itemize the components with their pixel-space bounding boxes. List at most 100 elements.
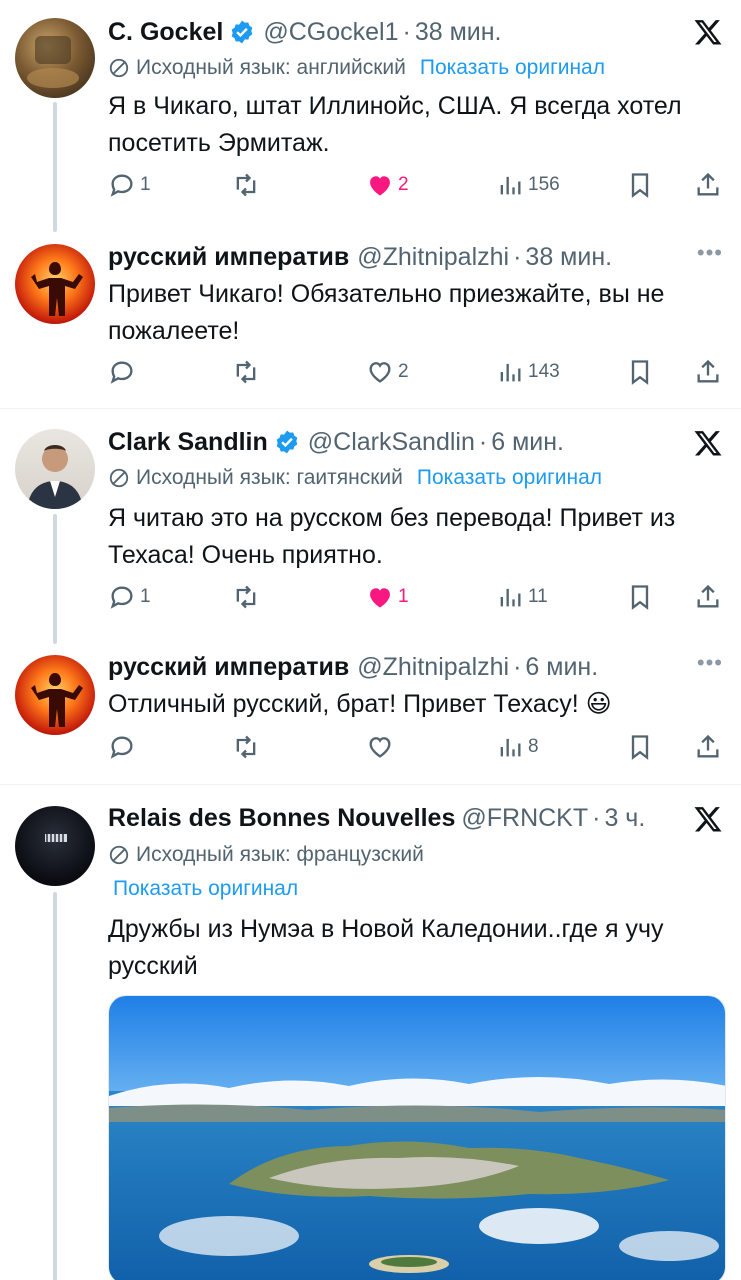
avatar[interactable] bbox=[15, 18, 95, 98]
reply-icon bbox=[110, 586, 133, 609]
retweet-icon bbox=[236, 735, 256, 759]
heart-filled-icon bbox=[370, 176, 390, 196]
retweet-button[interactable] bbox=[232, 168, 260, 202]
views-count: 8 bbox=[528, 736, 539, 757]
author-name[interactable]: C. Gockel bbox=[108, 18, 223, 47]
action-bar: 1 2 156 bbox=[108, 168, 723, 202]
x-logo-icon[interactable] bbox=[693, 428, 723, 458]
avatar[interactable] bbox=[15, 655, 95, 735]
avatar[interactable] bbox=[15, 429, 95, 509]
timestamp[interactable]: 6 мин. bbox=[491, 428, 564, 457]
thread-line bbox=[53, 514, 57, 644]
heart-filled-icon bbox=[370, 588, 390, 608]
share-button[interactable] bbox=[694, 355, 722, 389]
divider bbox=[0, 408, 741, 409]
timestamp[interactable]: 6 мин. bbox=[525, 653, 598, 682]
author-name[interactable]: Relais des Bonnes Nouvelles bbox=[108, 804, 455, 833]
views-icon bbox=[500, 588, 521, 607]
translate-icon bbox=[109, 58, 129, 78]
show-original-link[interactable]: Показать оригинал bbox=[417, 466, 602, 490]
bookmark-icon bbox=[631, 585, 649, 610]
bookmark-button[interactable] bbox=[626, 168, 654, 202]
bookmark-icon bbox=[631, 173, 649, 198]
divider bbox=[0, 784, 741, 785]
tweet-text: Отличный русский, брат! Привет Техасу! 😃 bbox=[108, 690, 612, 718]
reply-button[interactable] bbox=[108, 730, 136, 764]
avatar[interactable] bbox=[15, 244, 95, 324]
thread-line bbox=[53, 892, 57, 1280]
bookmark-icon bbox=[631, 735, 649, 760]
retweet-button[interactable] bbox=[232, 355, 260, 389]
tweet-text: Дружбы из Нумэа в Новой Каледонии..где я… bbox=[108, 915, 664, 980]
separator-dot: · bbox=[478, 427, 488, 456]
separator-dot: · bbox=[402, 17, 411, 46]
reply-button[interactable] bbox=[108, 355, 136, 389]
reply-icon bbox=[110, 174, 133, 197]
author-handle[interactable]: @ClarkSandlin bbox=[308, 428, 475, 457]
retweet-icon bbox=[236, 360, 256, 384]
action-bar: 8 bbox=[108, 730, 723, 764]
retweet-icon bbox=[236, 585, 256, 609]
views-button[interactable]: 8 bbox=[496, 730, 539, 764]
like-button[interactable]: 2 bbox=[366, 168, 409, 202]
like-button[interactable] bbox=[366, 730, 394, 764]
author-handle[interactable]: @FRNCKT bbox=[461, 804, 588, 833]
timestamp[interactable]: 38 мин. bbox=[525, 243, 612, 272]
like-count: 2 bbox=[398, 174, 409, 195]
x-logo-icon[interactable] bbox=[693, 17, 723, 47]
translate-icon bbox=[109, 845, 129, 865]
heart-icon bbox=[369, 737, 391, 758]
tweet-text: Я в Чикаго, штат Иллинойс, США. Я всегда… bbox=[108, 92, 682, 157]
aerial-island-photo bbox=[109, 996, 725, 1280]
separator-dot: · bbox=[513, 652, 522, 681]
share-icon bbox=[697, 734, 719, 758]
timestamp[interactable]: 3 ч. bbox=[604, 804, 645, 833]
views-button[interactable]: 156 bbox=[496, 168, 560, 202]
action-bar: 2 143 bbox=[108, 355, 723, 389]
share-icon bbox=[697, 172, 719, 196]
author-handle[interactable]: @Zhitnipalzhi bbox=[357, 653, 509, 682]
author-handle[interactable]: @CGockel1 bbox=[263, 18, 398, 47]
author-name[interactable]: Clark Sandlin bbox=[108, 428, 268, 457]
bookmark-button[interactable] bbox=[626, 355, 654, 389]
reply-icon bbox=[110, 736, 133, 759]
bookmark-button[interactable] bbox=[626, 580, 654, 614]
more-options-icon[interactable]: ••• bbox=[697, 240, 723, 266]
like-button[interactable]: 2 bbox=[366, 355, 409, 389]
views-button[interactable]: 11 bbox=[496, 580, 548, 614]
thread-line bbox=[53, 102, 57, 232]
reply-count: 1 bbox=[140, 174, 151, 195]
translate-label: Исходный язык: французский bbox=[136, 843, 424, 866]
x-logo-icon[interactable] bbox=[693, 804, 723, 834]
translate-icon bbox=[109, 468, 129, 488]
share-icon bbox=[697, 584, 719, 608]
retweet-button[interactable] bbox=[232, 580, 260, 614]
reply-button[interactable]: 1 bbox=[108, 168, 151, 202]
tweet-media-photo[interactable] bbox=[108, 995, 726, 1280]
reply-icon bbox=[110, 361, 133, 384]
share-button[interactable] bbox=[694, 580, 722, 614]
verified-badge-icon bbox=[232, 20, 253, 44]
tweet-text: Привет Чикаго! Обязательно приезжайте, в… bbox=[108, 280, 665, 345]
show-original-link[interactable]: Показать оригинал bbox=[113, 877, 298, 901]
like-button[interactable]: 1 bbox=[366, 580, 409, 614]
retweet-button[interactable] bbox=[232, 730, 260, 764]
bookmark-button[interactable] bbox=[626, 730, 654, 764]
share-button[interactable] bbox=[694, 168, 722, 202]
author-name[interactable]: русский императив bbox=[108, 243, 349, 272]
verified-badge-icon bbox=[276, 430, 298, 454]
like-count: 1 bbox=[398, 586, 409, 607]
avatar[interactable] bbox=[15, 806, 95, 886]
retweet-icon bbox=[236, 173, 256, 197]
share-button[interactable] bbox=[694, 730, 722, 764]
views-button[interactable]: 143 bbox=[496, 355, 560, 389]
author-handle[interactable]: @Zhitnipalzhi bbox=[357, 243, 509, 272]
reply-button[interactable]: 1 bbox=[108, 580, 151, 614]
timestamp[interactable]: 38 мин. bbox=[415, 18, 502, 47]
views-icon bbox=[500, 176, 521, 195]
author-name[interactable]: русский императив bbox=[108, 653, 349, 682]
views-count: 11 bbox=[528, 586, 548, 607]
reply-count: 1 bbox=[140, 586, 151, 607]
more-options-icon[interactable]: ••• bbox=[697, 650, 723, 676]
show-original-link[interactable]: Показать оригинал bbox=[420, 56, 605, 80]
